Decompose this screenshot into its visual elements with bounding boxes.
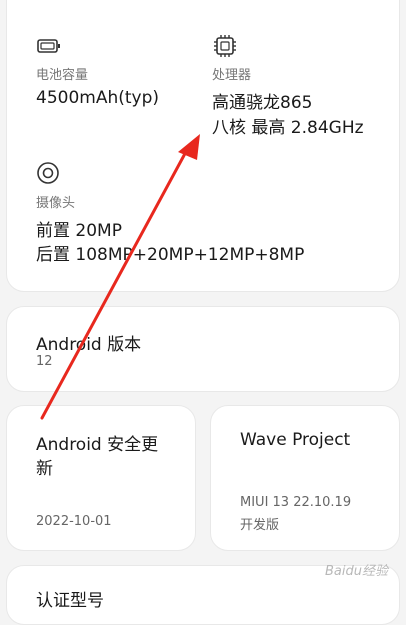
security-update-date: 2022-10-01 [36,514,112,529]
processor-model: 高通骁龙865 [212,93,313,113]
android-version-title: Android 版本 [36,335,142,355]
camera-front: 前置 20MP [36,221,122,241]
certification-model-title: 认证型号 [36,591,104,611]
chip-icon [214,35,236,57]
wave-project-card[interactable] [210,405,400,551]
miui-channel: 开发版 [240,518,280,533]
battery-label: 电池容量 [36,68,89,83]
security-update-title-line1: Android 安全更 [36,435,159,455]
miui-version: MIUI 13 22.10.19 [240,495,352,510]
baidu-watermark: Baidu经验 [325,564,388,579]
security-update-card[interactable] [6,405,196,551]
battery-icon [37,39,60,53]
camera-lens-icon [37,162,59,184]
processor-frequency: 八核 最高 2.84GHz [212,118,364,138]
wave-project-title: Wave Project [240,430,351,450]
android-version-value: 12 [36,354,53,369]
processor-label: 处理器 [212,68,252,83]
camera-label: 摄像头 [36,196,76,211]
security-update-title-line2: 新 [36,459,53,479]
battery-value: 4500mAh(typ) [36,88,160,108]
camera-rear: 后置 108MP+20MP+12MP+8MP [36,245,305,265]
